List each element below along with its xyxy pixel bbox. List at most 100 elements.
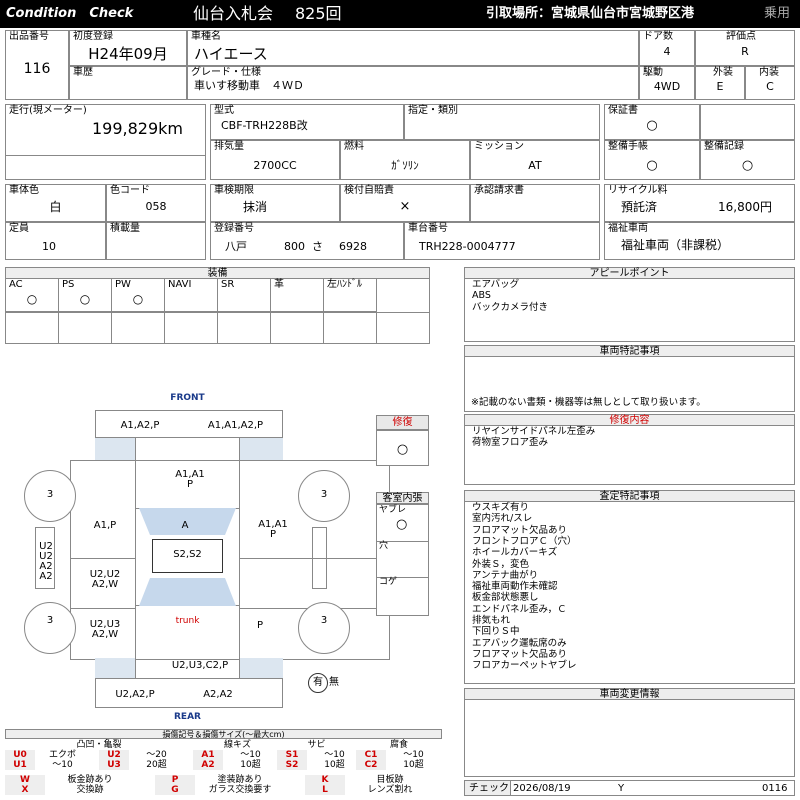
equipment-cell-lower bbox=[111, 311, 165, 344]
equipment-label: 革 bbox=[274, 279, 284, 290]
trunk-label: trunk bbox=[175, 616, 200, 626]
mark-left-quarter: U2,U3 A2,W bbox=[89, 619, 121, 640]
mark-front-left: A1,A2,P bbox=[120, 420, 160, 431]
equipment-cell-lower bbox=[164, 311, 218, 344]
equipment-cell-lower bbox=[5, 311, 59, 344]
legend-code: A2 bbox=[193, 760, 223, 770]
first-reg: H24年09月 bbox=[88, 45, 168, 63]
cabin-row-label: ヤブレ bbox=[379, 505, 407, 515]
fuel-cell: 燃料 ｶﾞｿﾘﾝ bbox=[340, 140, 470, 180]
mark-rear-panel: U2,U3,C2,P bbox=[171, 660, 229, 671]
equipment-cell: NAVI bbox=[164, 278, 218, 312]
header-bar: Condition Check 仙台入札会 825回 引取場所：宮城県仙台市宮城… bbox=[0, 0, 800, 28]
mark-right-front-door: A1,A1 P bbox=[258, 519, 288, 540]
mark-front-right: A1,A1,A2,P bbox=[207, 420, 264, 431]
legend-group: 腐食 bbox=[389, 740, 408, 750]
cabin-title: 客室内張 bbox=[376, 492, 429, 504]
color-code-cell: 色コード 058 bbox=[106, 184, 206, 222]
legend-text: ガラス交換要す bbox=[208, 785, 272, 795]
mark-left-side: U2 U2 A2 A2 bbox=[39, 541, 53, 582]
text-line: フロントフロアＣ（穴） bbox=[472, 535, 577, 547]
equipment-cell: 革 bbox=[270, 278, 324, 312]
assess-box: ウスキズ有り 室内汚れ/スレ フロアマット欠品あり フロントフロアＣ（穴） ホイールカバ… bbox=[464, 501, 795, 684]
text-line: ウスキズ有り bbox=[472, 502, 530, 513]
front-label: FRONT bbox=[170, 393, 205, 403]
legend-group: サビ bbox=[307, 740, 326, 750]
manual-cell: 整備手帳 ○ bbox=[604, 140, 700, 180]
text-line: エンドパネル歪み，Ｃ bbox=[472, 603, 567, 615]
equipment-cell: 左ﾊﾝﾄﾞﾙ bbox=[323, 278, 377, 312]
rear-label: REAR bbox=[174, 712, 201, 722]
text-line: リヤインサイドパネル左歪み bbox=[472, 426, 596, 437]
text-line: エアバッグ bbox=[472, 279, 520, 290]
legend-text: 塗装跡あり bbox=[217, 775, 263, 785]
wheel-rear-left bbox=[24, 602, 76, 654]
kenshi-cell: 検付自賠責 × bbox=[340, 184, 470, 222]
score: R bbox=[741, 45, 749, 58]
auction-name: 仙台入札会 bbox=[193, 4, 274, 23]
legend-text: ～10 bbox=[403, 750, 424, 760]
drive-cell: 駆動 4WD bbox=[639, 66, 695, 100]
legend-code: W bbox=[5, 775, 45, 785]
legend-code: L bbox=[305, 785, 345, 795]
lot-number: 116 bbox=[23, 61, 51, 77]
equipment-mark: ○ bbox=[79, 292, 91, 306]
text-line: 外装Ｓ，変色 bbox=[472, 558, 530, 570]
int-cell: 内装 C bbox=[745, 66, 795, 100]
grade-cell: グレード・仕様 車いす移動車 ４ＷＤ bbox=[187, 66, 639, 100]
legend-text: 10超 bbox=[403, 760, 424, 770]
equipment-label: PS bbox=[62, 279, 75, 290]
mark-rear-left: U2,A2,P bbox=[115, 689, 155, 700]
record-cell: 整備記録 ○ bbox=[700, 140, 795, 180]
text-line: 荷物室フロア歪み bbox=[472, 437, 549, 449]
repair-title: 修復 bbox=[376, 415, 429, 430]
legend-text: 20超 bbox=[146, 760, 167, 770]
text-line: エアバック運転席のみ bbox=[472, 637, 567, 649]
text-line: 福祉車両動作未確認 bbox=[472, 581, 558, 593]
text-line: フロアカーペットヤブレ bbox=[472, 660, 577, 672]
legend: 損傷記号＆損傷サイズ(～最大cm) 凸凹・亀裂 線キズ サビ 腐食 U0 エクボ U2 ～2… bbox=[5, 729, 442, 797]
appeal-box: エアバッグ ABS バックカメラ付き bbox=[464, 278, 795, 342]
warranty-blank bbox=[700, 104, 795, 140]
equipment-label: 左ﾊﾝﾄﾞﾙ bbox=[327, 279, 362, 290]
history-cell: 車歴 bbox=[69, 66, 187, 100]
disp-cell: 排気量 2700CC bbox=[210, 140, 340, 180]
legend-code: C1 bbox=[356, 750, 386, 760]
capacity-cell: 定員 10 bbox=[5, 222, 106, 260]
legend-text: ～10 bbox=[324, 750, 345, 760]
equipment-cell-lower bbox=[323, 311, 377, 344]
chassis-cell: 車台番号 TRH228-0004777 bbox=[404, 222, 600, 260]
mark-left-rear-door: U2,U2 A2,W bbox=[89, 569, 121, 590]
check-date: 2026/08/19 bbox=[513, 783, 571, 794]
auction-lot: 825回 bbox=[295, 4, 342, 23]
legend-code: X bbox=[5, 785, 45, 795]
legend-code: A1 bbox=[193, 750, 223, 760]
grade: 車いす移動車 ４ＷＤ bbox=[194, 79, 304, 92]
legend-code: K bbox=[305, 775, 345, 785]
mark-rear-right: A2,A2 bbox=[203, 689, 233, 700]
repair-box: ○ bbox=[376, 430, 429, 466]
legend-group: 線キズ bbox=[223, 740, 251, 750]
text-line: ホイールカバーキズ bbox=[472, 547, 558, 559]
legend-code: U2 bbox=[99, 750, 129, 760]
text-line: 下回りＳ中 bbox=[472, 626, 520, 638]
legend-text: レンズ割れ bbox=[367, 785, 413, 795]
doors-cell: ドア数 4 bbox=[639, 30, 695, 66]
name-cell: 車種名 ハイエース bbox=[187, 30, 639, 66]
model: CBF-TRH228B改 bbox=[221, 119, 308, 132]
first-reg-cell: 初度登録 H24年09月 bbox=[69, 30, 187, 66]
equipment-cell: PS ○ bbox=[58, 278, 112, 312]
pickup-location: 引取場所：宮城県仙台市宮城野区港 bbox=[486, 6, 695, 21]
mileage-cell: 走行(現メーター) 199,829km bbox=[5, 104, 206, 180]
model-cell: 型式 CBF-TRH228B改 bbox=[210, 104, 404, 140]
legend-text: エクボ bbox=[48, 750, 76, 760]
text-line: フロアマット欠品あり bbox=[472, 524, 568, 536]
equipment-cell-lower bbox=[217, 311, 271, 344]
text-line: 板金部状態悪し bbox=[472, 592, 539, 604]
wheel-rear-right bbox=[298, 602, 350, 654]
equipment-cell: PW ○ bbox=[111, 278, 165, 312]
designation-cell: 指定・類別 bbox=[404, 104, 600, 140]
check-row: チェック 2026/08/19 Y 0116 bbox=[464, 780, 795, 796]
mark-right-quarter: P bbox=[256, 620, 264, 631]
mark-hood: A1,A1 P bbox=[175, 469, 205, 490]
